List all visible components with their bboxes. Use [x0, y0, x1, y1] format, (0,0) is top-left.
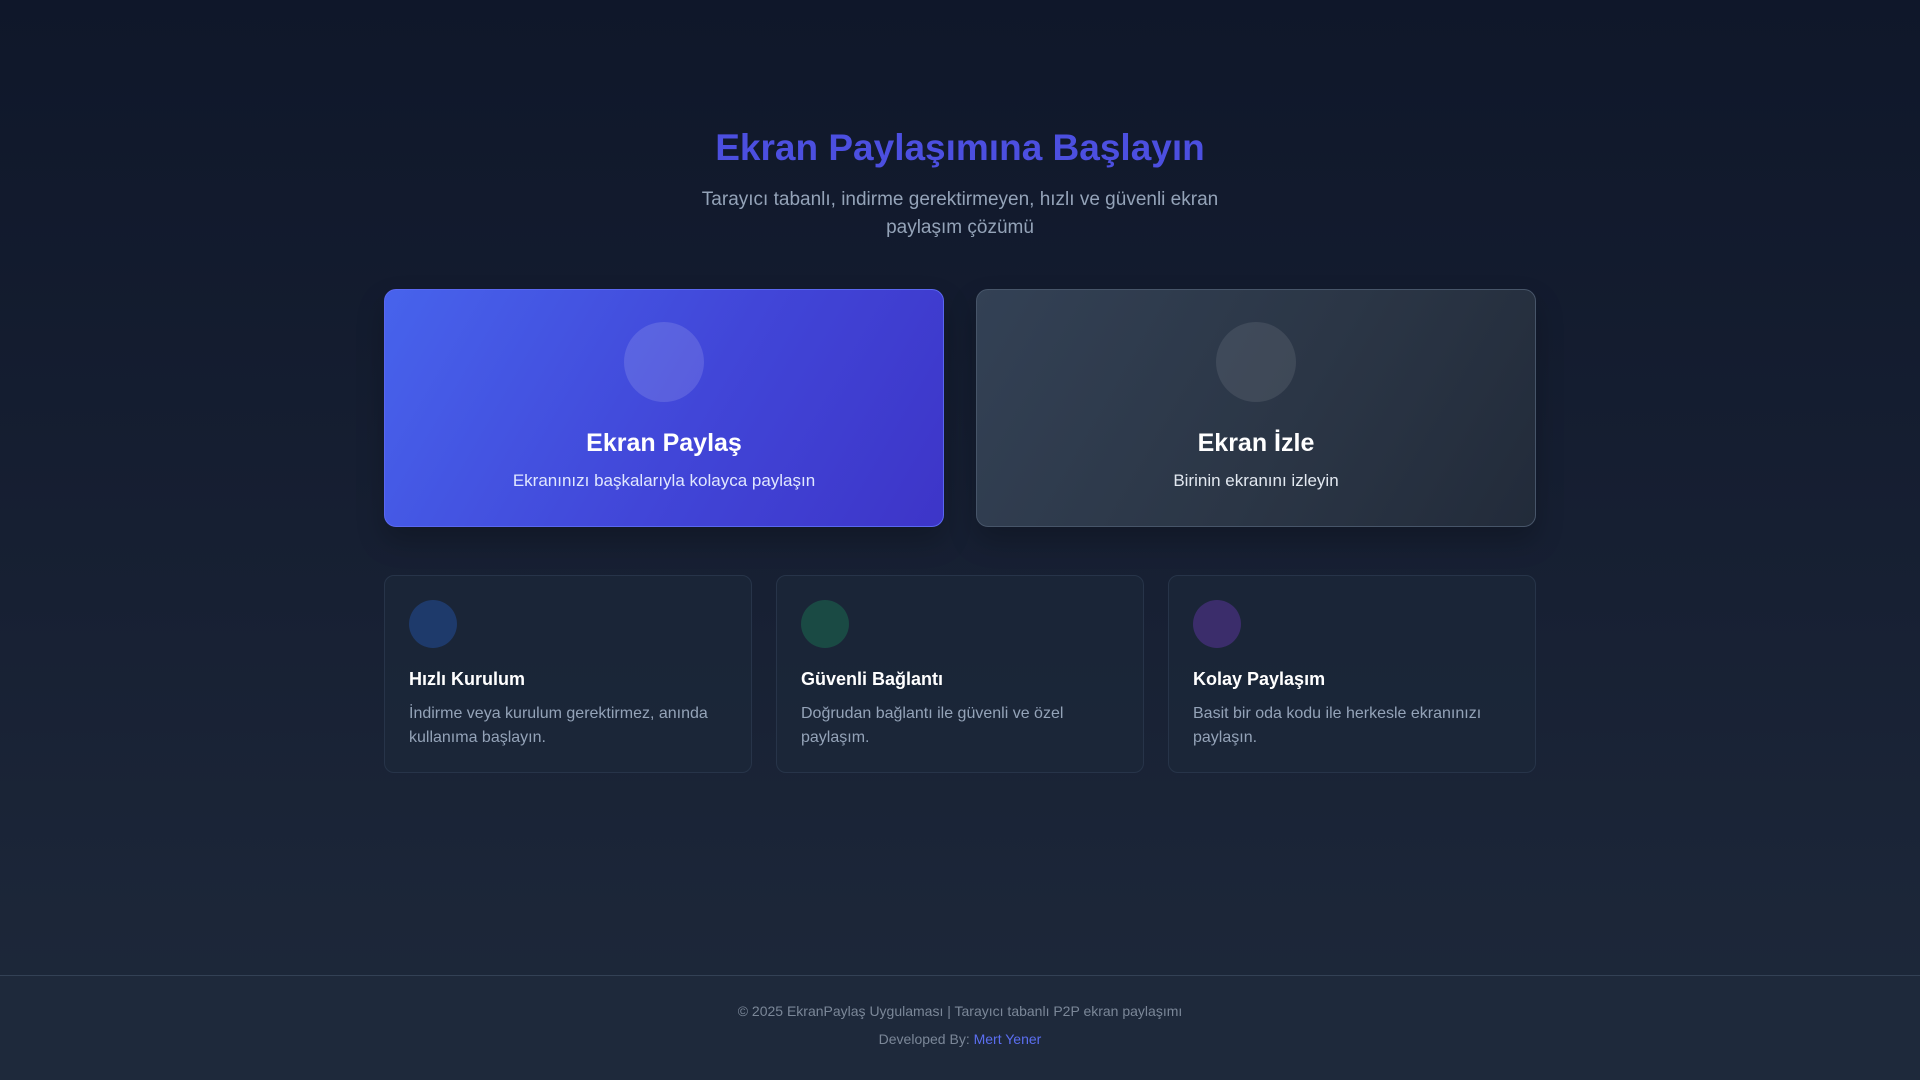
developer-link[interactable]: Mert Yener	[974, 1031, 1042, 1047]
feature-card-easy-sharing: Kolay Paylaşım Basit bir oda kodu ile he…	[1168, 575, 1536, 773]
feature-title: Güvenli Bağlantı	[801, 669, 944, 689]
lock-icon	[801, 600, 849, 648]
share-icon	[1193, 600, 1241, 648]
watch-screen-title: Ekran İzle	[1197, 429, 1315, 457]
watch-screen-card[interactable]: Ekran İzle Birinin ekranını izleyin	[976, 289, 1536, 527]
feature-description: Basit bir oda kodu ile herkesle ekranını…	[1193, 705, 1482, 746]
action-cards: Ekran Paylaş Ekranınızı başkalarıyla kol…	[384, 289, 1536, 527]
footer: © 2025 EkranPaylaş Uygulaması | Tarayıcı…	[0, 975, 1920, 1080]
feature-description: Doğrudan bağlantı ile güvenli ve özel pa…	[801, 705, 1064, 746]
feature-card-fast-setup: Hızlı Kurulum İndirme veya kurulum gerek…	[384, 575, 752, 773]
feature-description: İndirme veya kurulum gerektirmez, anında…	[409, 705, 708, 746]
screen-share-icon	[624, 322, 704, 402]
page-title: Ekran Paylaşımına Başlayın	[715, 127, 1205, 168]
feature-title: Hızlı Kurulum	[409, 669, 525, 689]
watch-screen-description: Birinin ekranını izleyin	[1173, 471, 1339, 490]
copyright-text: © 2025 EkranPaylaş Uygulaması | Tarayıcı…	[737, 1003, 1183, 1019]
page-subtitle: Tarayıcı tabanlı, indirme gerektirmeyen,…	[701, 189, 1219, 238]
share-screen-title: Ekran Paylaş	[586, 429, 742, 457]
features-section: Hızlı Kurulum İndirme veya kurulum gerek…	[384, 575, 1536, 773]
share-screen-card[interactable]: Ekran Paylaş Ekranınızı başkalarıyla kol…	[384, 289, 944, 527]
feature-card-secure-connection: Güvenli Bağlantı Doğrudan bağlantı ile g…	[776, 575, 1144, 773]
eye-icon	[1216, 322, 1296, 402]
lightning-icon	[409, 600, 457, 648]
share-screen-description: Ekranınızı başkalarıyla kolayca paylaşın	[512, 471, 816, 490]
hero-section: Ekran Paylaşımına Başlayın Tarayıcı taba…	[0, 126, 1920, 242]
feature-title: Kolay Paylaşım	[1193, 669, 1326, 689]
developer-credit: Developed By: Mert Yener	[0, 1030, 1920, 1048]
developed-by-label: Developed By:	[878, 1031, 970, 1047]
